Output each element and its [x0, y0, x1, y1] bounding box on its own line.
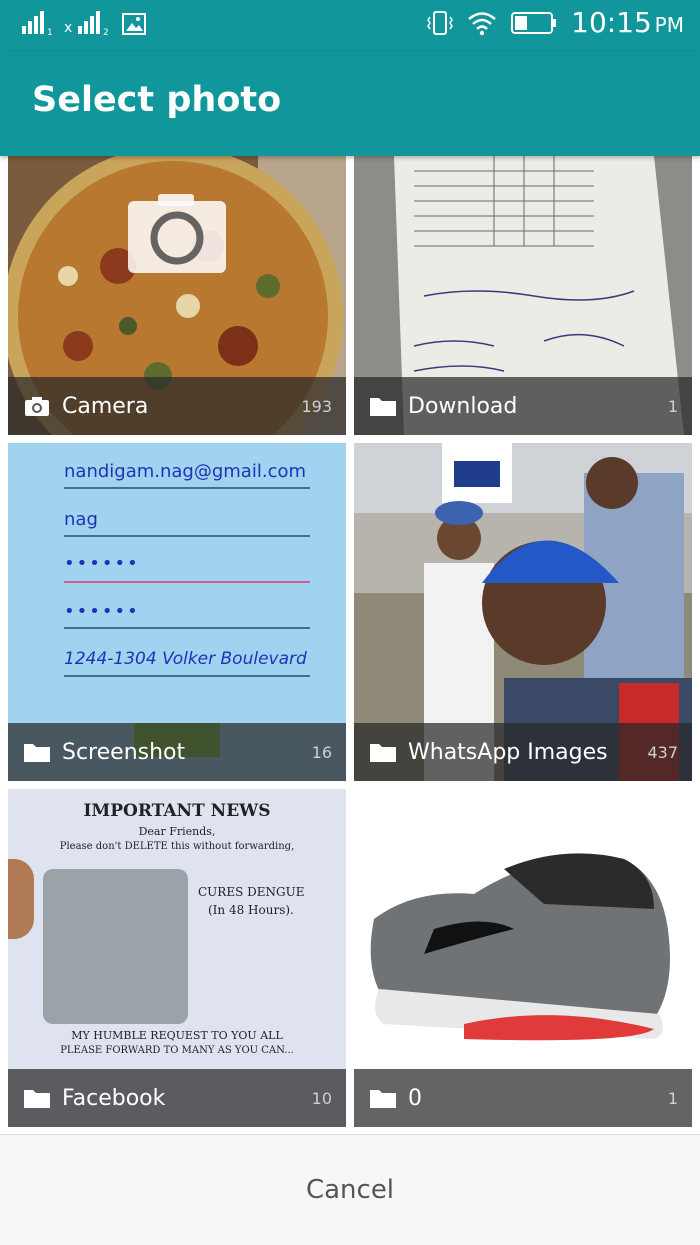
thumb-line: CURES DENGUE — [198, 885, 305, 899]
cancel-button[interactable]: Cancel — [0, 1135, 700, 1245]
album-tile-0[interactable]: 0 1 — [354, 789, 692, 1127]
album-caption-bar: Screenshot 16 — [8, 723, 346, 781]
album-name: Screenshot — [62, 739, 186, 765]
album-caption-bar: 0 1 — [354, 1069, 692, 1127]
status-right: 10:15 PM — [427, 6, 684, 39]
album-count: 437 — [647, 742, 678, 762]
wifi-icon — [468, 11, 496, 35]
folder-icon — [368, 394, 398, 418]
dialog-footer: Cancel — [0, 1134, 700, 1245]
album-name: Download — [408, 393, 518, 419]
signal-icon: 1 — [22, 11, 53, 36]
album-tile-screenshot[interactable]: nandigam.nag@gmail.com nag •••••• ••••••… — [8, 443, 346, 781]
album-count: 10 — [311, 1088, 332, 1108]
thumb-line: Dear Friends, — [138, 825, 216, 838]
svg-text:2: 2 — [103, 28, 109, 36]
thumb-hand — [8, 859, 34, 939]
thumb-divider-active — [64, 581, 310, 583]
page-title: Select photo — [32, 80, 282, 120]
status-bar: 1 x 2 10:15 PM — [0, 0, 700, 52]
vibrate-icon — [427, 10, 454, 35]
gallery-notification-icon — [122, 13, 146, 35]
thumb-divider — [64, 487, 310, 489]
album-count: 193 — [301, 396, 332, 416]
album-count: 16 — [311, 742, 332, 762]
album-name: 0 — [408, 1085, 422, 1111]
album-count: 1 — [667, 1088, 678, 1108]
thumb-medicine-packet — [43, 869, 188, 1024]
thumb-divider — [64, 675, 310, 677]
thumb-footer: PLEASE FORWARD TO MANY AS YOU CAN... — [60, 1045, 294, 1056]
album-name: Facebook — [62, 1085, 166, 1111]
album-tile-camera[interactable]: Camera 193 — [8, 156, 346, 435]
folder-icon — [368, 1086, 398, 1110]
album-caption-bar: Facebook 10 — [8, 1069, 346, 1127]
album-tile-whatsapp-images[interactable]: WhatsApp Images 437 — [354, 443, 692, 781]
album-count: 1 — [667, 396, 678, 416]
thumb-user-text: nag — [64, 509, 98, 530]
svg-text:1: 1 — [47, 28, 53, 36]
thumb-pass-text: •••••• — [64, 601, 140, 622]
album-caption-bar: Download 1 — [354, 377, 692, 435]
album-caption-bar: WhatsApp Images 437 — [354, 723, 692, 781]
thumb-address-text: 1244-1304 Volker Boulevard — [64, 649, 307, 669]
album-tile-facebook[interactable]: IMPORTANT NEWS Dear Friends, Please don'… — [8, 789, 346, 1127]
thumb-pass-text: •••••• — [64, 553, 140, 574]
signal-2-icon: x 2 — [64, 11, 109, 36]
thumb-line: (In 48 Hours). — [208, 903, 294, 917]
album-caption-bar: Camera 193 — [8, 377, 346, 435]
album-name: WhatsApp Images — [408, 739, 608, 765]
thumb-headline: IMPORTANT NEWS — [83, 801, 271, 821]
thumb-email-text: nandigam.nag@gmail.com — [64, 461, 307, 482]
camera-icon — [22, 394, 52, 418]
battery-icon — [511, 11, 557, 34]
folder-icon — [22, 1086, 52, 1110]
thumb-divider — [64, 627, 310, 629]
album-name: Camera — [62, 393, 149, 419]
folder-icon — [368, 740, 398, 764]
album-tile-download[interactable]: Download 1 — [354, 156, 692, 435]
thumb-divider — [64, 535, 310, 537]
status-time: 10:15 PM — [571, 6, 684, 39]
status-left: 1 x 2 — [20, 10, 146, 36]
app-bar: Select photo — [0, 52, 700, 156]
svg-text:x: x — [64, 20, 72, 36]
album-grid[interactable]: Camera 193 Download 1 nandigam.nag@gmail… — [0, 156, 700, 1134]
folder-icon — [22, 740, 52, 764]
thumb-footer: MY HUMBLE REQUEST TO YOU ALL — [71, 1029, 283, 1042]
thumb-line: Please don't DELETE this without forward… — [59, 841, 295, 852]
